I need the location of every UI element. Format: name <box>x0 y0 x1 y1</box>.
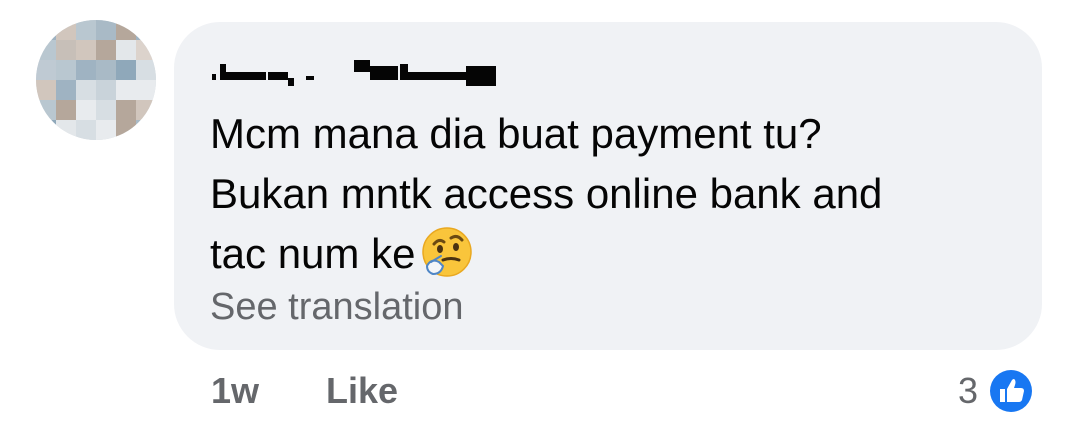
avatar-mosaic-tile <box>116 60 136 80</box>
avatar-mosaic-tile <box>36 60 56 80</box>
avatar-mosaic-tile <box>56 100 76 120</box>
avatar-mosaic-tile <box>136 120 156 140</box>
avatar-mosaic-tile <box>36 120 56 140</box>
avatar-mosaic-tile <box>96 20 116 40</box>
avatar-mosaic-tile <box>76 20 96 40</box>
avatar-mosaic-tile <box>116 100 136 120</box>
author-name-text: [redacted] <box>212 60 213 61</box>
avatar[interactable] <box>36 20 156 140</box>
avatar-mosaic-tile <box>136 100 156 120</box>
reaction-count[interactable]: 3 <box>958 370 978 412</box>
avatar-mosaic-tile <box>56 60 76 80</box>
avatar-mosaic-tile <box>76 80 96 100</box>
comment-timestamp[interactable]: 1w <box>211 370 259 412</box>
avatar-mosaic-tile <box>36 40 56 60</box>
avatar-mosaic-tile <box>36 20 56 40</box>
avatar-mosaic-tile <box>136 60 156 80</box>
avatar-mosaic-tile <box>56 20 76 40</box>
avatar-mosaic-tile <box>76 100 96 120</box>
avatar-mosaic-tile <box>76 120 96 140</box>
avatar-mosaic-tile <box>116 80 136 100</box>
comment-text-line: Bukan mntk access online bank and <box>210 170 883 217</box>
see-translation-link[interactable]: See translation <box>210 286 464 329</box>
avatar-mosaic-tile <box>96 80 116 100</box>
avatar-mosaic-tile <box>136 20 156 40</box>
avatar-mosaic-tile <box>136 40 156 60</box>
comment: [redacted] Mcm mana dia buat payment tu?… <box>0 0 1080 442</box>
comment-bubble: [redacted] Mcm mana dia buat payment tu?… <box>174 22 1042 350</box>
avatar-mosaic-tile <box>96 100 116 120</box>
thinking-face-icon <box>422 227 473 277</box>
avatar-mosaic-tile <box>76 60 96 80</box>
avatar-mosaic-tile <box>116 20 136 40</box>
avatar-mosaic-tile <box>116 120 136 140</box>
comment-text-line: Mcm mana dia buat payment tu? <box>210 110 822 157</box>
comment-text-line-with-emoji: tac num ke <box>210 224 1010 284</box>
avatar-mosaic-tile <box>36 100 56 120</box>
avatar-mosaic-tile <box>56 120 76 140</box>
avatar-mosaic-tile <box>116 40 136 60</box>
comment-text-line: tac num ke <box>210 230 416 277</box>
like-thumb-icon[interactable] <box>986 366 1036 416</box>
avatar-mosaic-tile <box>136 80 156 100</box>
avatar-mosaic-tile <box>56 80 76 100</box>
like-button[interactable]: Like <box>326 370 398 412</box>
avatar-mosaic-tile <box>96 40 116 60</box>
comment-text: Mcm mana dia buat payment tu? Bukan mntk… <box>210 104 1010 284</box>
avatar-mosaic-tile <box>56 40 76 60</box>
avatar-mosaic-tile <box>96 120 116 140</box>
avatar-mosaic-tile <box>76 40 96 60</box>
avatar-mosaic-tile <box>36 80 56 100</box>
author-name[interactable]: [redacted] <box>212 60 502 86</box>
avatar-mosaic-tile <box>96 60 116 80</box>
